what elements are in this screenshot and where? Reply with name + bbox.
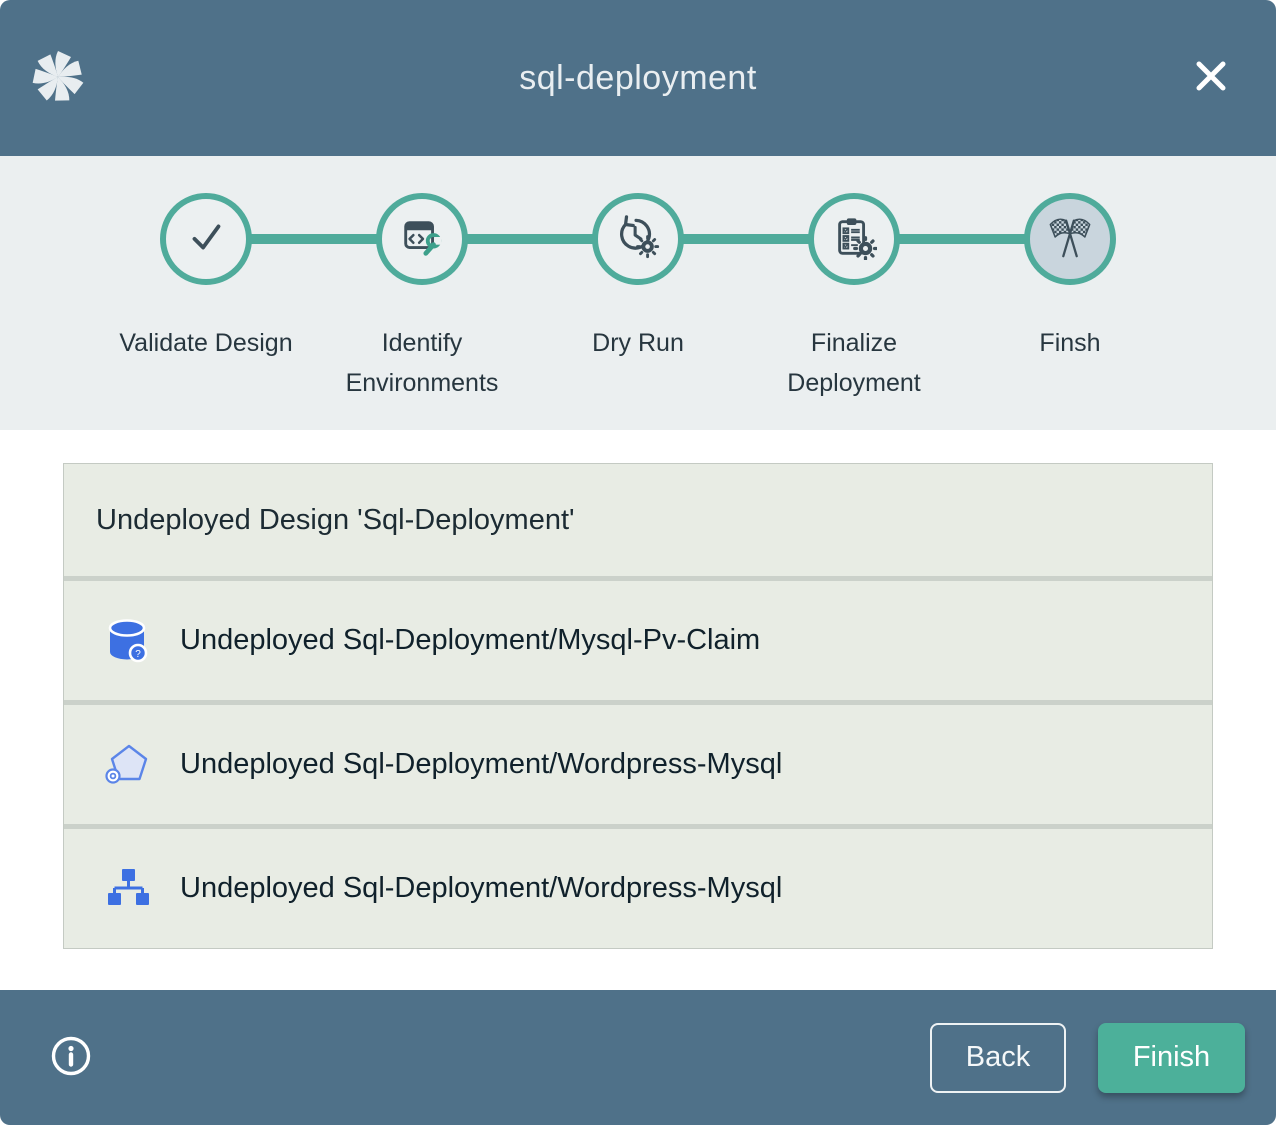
status-row: Undeployed Sql-Deployment/Wordpress-Mysq… xyxy=(64,705,1212,824)
check-icon xyxy=(183,214,229,265)
step-validate-design: Validate Design xyxy=(98,193,314,403)
info-circle-icon xyxy=(50,1035,92,1080)
status-row-text: Undeployed Sql-Deployment/Mysql-Pv-Claim xyxy=(180,624,760,657)
hierarchy-tree-icon xyxy=(102,864,152,914)
status-row: Undeployed Sql-Deployment/Wordpress-Mysq… xyxy=(64,829,1212,948)
status-row-text: Undeployed Sql-Deployment/Wordpress-Mysq… xyxy=(180,872,782,905)
deployment-wizard-dialog: sql-deployment Valida xyxy=(0,0,1276,1125)
pentagon-pod-icon xyxy=(102,740,152,790)
page-title: sql-deployment xyxy=(0,59,1276,98)
step-label: Dry Run xyxy=(592,323,684,363)
database-icon: ? xyxy=(102,616,152,666)
status-header-text: Undeployed Design 'Sql-Deployment' xyxy=(96,504,575,537)
checkered-flags-icon xyxy=(1047,214,1093,265)
step-label: Identify Environments xyxy=(332,323,512,403)
step-circle-finish[interactable] xyxy=(1024,193,1116,285)
step-circle-identify-environments[interactable] xyxy=(376,193,468,285)
step-circle-validate-design[interactable] xyxy=(160,193,252,285)
status-panel-header: Undeployed Design 'Sql-Deployment' xyxy=(64,464,1212,576)
step-circle-dry-run[interactable] xyxy=(592,193,684,285)
stepper-strip: Validate Design xyxy=(0,156,1276,430)
step-label: Finsh xyxy=(1039,323,1100,363)
dialog-body: Undeployed Design 'Sql-Deployment' ? Und… xyxy=(0,430,1276,990)
close-button[interactable] xyxy=(1188,54,1234,100)
deployment-status-panel: Undeployed Design 'Sql-Deployment' ? Und… xyxy=(63,463,1213,949)
status-row-text: Undeployed Sql-Deployment/Wordpress-Mysq… xyxy=(180,748,782,781)
code-wrench-icon xyxy=(399,214,445,265)
back-button[interactable]: Back xyxy=(930,1023,1066,1093)
step-circle-finalize-deployment[interactable] xyxy=(808,193,900,285)
step-identify-environments: Identify Environments xyxy=(314,193,530,403)
close-icon xyxy=(1191,56,1231,99)
checklist-gear-icon xyxy=(831,214,877,265)
dialog-footer: Back Finish xyxy=(0,990,1276,1125)
wizard-stepper: Validate Design xyxy=(98,193,1178,403)
finish-button[interactable]: Finish xyxy=(1098,1023,1245,1093)
svg-text:?: ? xyxy=(135,649,141,660)
pinwheel-logo-icon xyxy=(28,46,88,108)
step-finish: Finsh xyxy=(962,193,1178,403)
step-label: Validate Design xyxy=(119,323,292,363)
step-dry-run: Dry Run xyxy=(530,193,746,403)
step-label: Finalize Deployment xyxy=(764,323,944,403)
status-row: ? Undeployed Sql-Deployment/Mysql-Pv-Cla… xyxy=(64,581,1212,700)
info-button[interactable] xyxy=(50,1037,92,1079)
history-gear-icon xyxy=(615,214,661,265)
dialog-header: sql-deployment xyxy=(0,0,1276,156)
step-finalize-deployment: Finalize Deployment xyxy=(746,193,962,403)
